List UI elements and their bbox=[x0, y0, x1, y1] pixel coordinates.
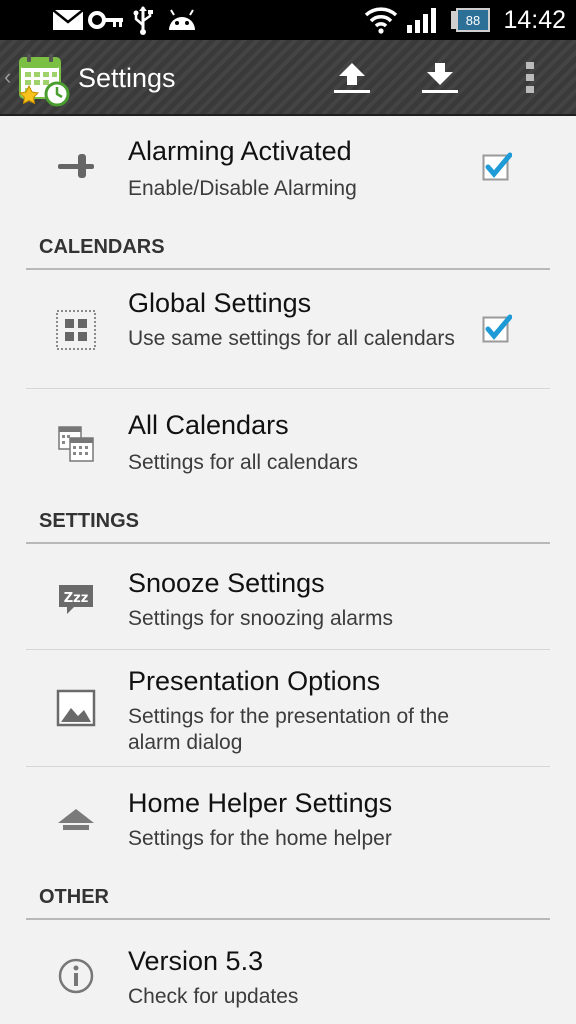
battery-level-text: 88 bbox=[466, 13, 480, 28]
status-time: 14:42 bbox=[503, 6, 566, 34]
all-calendars-title: All Calendars bbox=[128, 410, 289, 440]
upload-icon[interactable] bbox=[322, 40, 382, 116]
category-other: OTHER bbox=[39, 886, 109, 908]
back-caret-icon[interactable]: ‹ bbox=[4, 66, 11, 88]
grid-icon bbox=[52, 306, 100, 354]
mail-icon bbox=[52, 0, 84, 40]
page-title: Settings bbox=[78, 63, 176, 93]
info-icon bbox=[52, 952, 100, 1000]
row-divider bbox=[26, 766, 550, 767]
overflow-menu-icon[interactable] bbox=[500, 40, 560, 116]
version-title: Version 5.3 bbox=[128, 946, 264, 976]
category-settings: SETTINGS bbox=[39, 510, 140, 532]
wifi-icon bbox=[364, 0, 398, 40]
home-helper-title: Home Helper Settings bbox=[128, 788, 393, 818]
version-row[interactable]: Version 5.3 Check for updates bbox=[0, 938, 576, 1024]
home-helper-subtitle: Settings for the home helper bbox=[128, 827, 392, 850]
usb-icon bbox=[132, 0, 154, 40]
alarming-checkbox[interactable] bbox=[482, 152, 513, 182]
global-title: Global Settings bbox=[128, 288, 312, 318]
row-divider bbox=[26, 388, 550, 389]
all-calendars-subtitle: Settings for all calendars bbox=[128, 451, 358, 474]
snooze-subtitle: Settings for snoozing alarms bbox=[128, 607, 393, 630]
presentation-options-row[interactable]: Presentation Options Settings for the pr… bbox=[0, 658, 576, 764]
calendar-alarm-app-icon[interactable] bbox=[14, 50, 72, 108]
global-checkbox[interactable] bbox=[482, 314, 513, 344]
category-divider bbox=[26, 268, 550, 270]
global-settings-row[interactable]: Global Settings Use same settings for al… bbox=[0, 280, 576, 388]
svg-text:Zzz: Zzz bbox=[64, 591, 89, 606]
zzz-icon: Zzz bbox=[52, 576, 100, 624]
action-bar: ‹ Settings bbox=[0, 40, 576, 116]
presentation-title: Presentation Options bbox=[128, 666, 381, 696]
picture-icon bbox=[52, 684, 100, 732]
toggle-switch-icon bbox=[52, 142, 100, 190]
snooze-settings-row[interactable]: Zzz Snooze Settings Settings for snoozin… bbox=[0, 560, 576, 648]
presentation-subtitle: Settings for the presentation of the ala… bbox=[128, 705, 450, 754]
home-icon bbox=[52, 796, 100, 844]
status-bar: 88 14:42 bbox=[0, 0, 576, 40]
key-icon bbox=[88, 0, 124, 40]
calendars-icon bbox=[52, 420, 100, 468]
home-helper-settings-row[interactable]: Home Helper Settings Settings for the ho… bbox=[0, 782, 576, 872]
version-subtitle: Check for updates bbox=[128, 985, 299, 1008]
row-divider bbox=[26, 649, 550, 650]
android-icon bbox=[166, 0, 198, 40]
category-calendars: CALENDARS bbox=[39, 236, 165, 258]
category-divider bbox=[26, 918, 550, 920]
alarming-subtitle: Enable/Disable Alarming bbox=[128, 177, 357, 200]
alarming-title: Alarming Activated bbox=[128, 136, 352, 166]
alarming-activated-row[interactable]: Alarming Activated Enable/Disable Alarmi… bbox=[0, 130, 576, 210]
download-icon[interactable] bbox=[410, 40, 470, 116]
category-divider bbox=[26, 542, 550, 544]
battery-icon: 88 bbox=[450, 0, 490, 40]
all-calendars-row[interactable]: All Calendars Settings for all calendars bbox=[0, 402, 576, 492]
snooze-title: Snooze Settings bbox=[128, 568, 325, 598]
global-subtitle: Use same settings for all calendars bbox=[128, 327, 455, 350]
signal-icon bbox=[406, 0, 438, 40]
